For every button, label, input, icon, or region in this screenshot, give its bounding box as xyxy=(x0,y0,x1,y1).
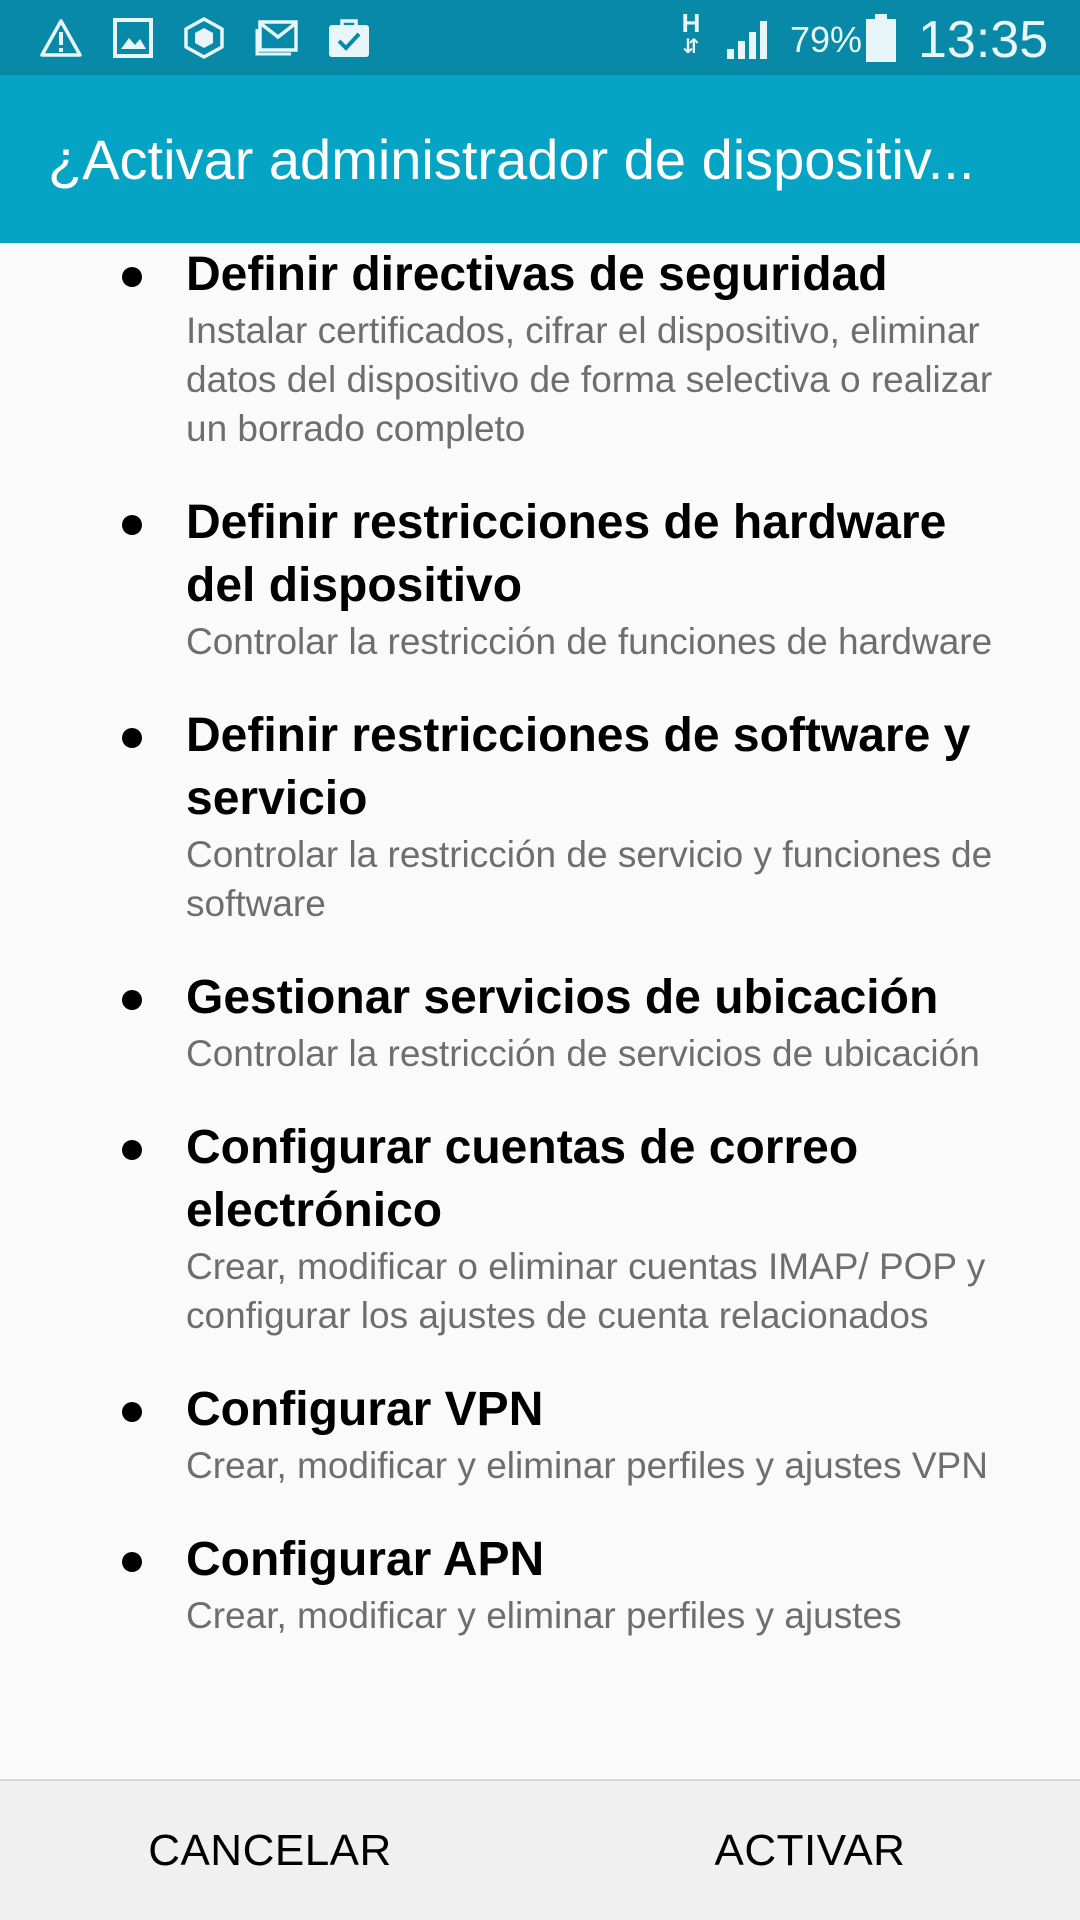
policy-item: Configurar cuentas de correo electrónico… xyxy=(0,1116,1080,1340)
network-type-icon: H ⇵ xyxy=(676,10,706,66)
policy-title: Definir directivas de seguridad xyxy=(186,248,888,301)
policy-title: Configurar APN xyxy=(186,1533,545,1586)
policy-item: Configurar VPN Crear, modificar y elimina… xyxy=(0,1378,1080,1490)
policy-item: Definir restricciones de software y serv… xyxy=(0,704,1080,928)
bullet-icon xyxy=(122,1552,142,1572)
policy-item: Configurar APN Crear, modificar y elimina… xyxy=(0,1528,1080,1640)
bullet-icon xyxy=(122,1402,142,1422)
bullet-icon xyxy=(122,1140,142,1160)
device-admin-screen: H ⇵ 79% 13:35 ¿Activar administrador de … xyxy=(0,0,1080,1920)
policy-item: Definir directivas de seguridad Instalar … xyxy=(0,243,1080,453)
policy-title: Definir restricciones de software y serv… xyxy=(186,709,971,825)
email-icon xyxy=(254,0,300,75)
policy-description: Crear, modificar y eliminar perfiles y a… xyxy=(186,1445,988,1486)
dialog-button-bar: CANCELAR ACTIVAR xyxy=(0,1779,1080,1920)
status-bar: H ⇵ 79% 13:35 xyxy=(0,0,1080,75)
policy-item: Definir restricciones de hardware del di… xyxy=(0,491,1080,666)
bullet-icon xyxy=(122,728,142,748)
data-arrows-icon: ⇵ xyxy=(682,36,700,58)
dialog-title-bar: ¿Activar administrador de dispositiv... xyxy=(0,75,1080,243)
activate-button[interactable]: ACTIVAR xyxy=(540,1781,1080,1920)
policy-title: Configurar cuentas de correo electrónico xyxy=(186,1121,859,1237)
policy-description: Instalar certificados, cifrar el disposi… xyxy=(186,310,993,449)
briefcase-icon xyxy=(326,0,372,75)
clock: 13:35 xyxy=(918,11,1049,69)
policy-list-container[interactable]: Definir directivas de seguridad Instalar … xyxy=(0,243,1080,1779)
policy-description: Controlar la restricción de servicios de… xyxy=(186,1033,980,1074)
policy-title: Configurar VPN xyxy=(186,1383,544,1436)
battery-icon xyxy=(862,0,900,75)
policy-description: Controlar la restricción de funciones de… xyxy=(186,621,993,662)
security-cube-icon xyxy=(181,0,227,75)
policy-title: Definir restricciones de hardware del di… xyxy=(186,496,947,612)
network-type-label: H xyxy=(681,8,701,38)
policy-description: Crear, modificar o eliminar cuentas IMAP… xyxy=(186,1246,986,1336)
bullet-icon xyxy=(122,515,142,535)
cancel-button[interactable]: CANCELAR xyxy=(0,1781,540,1920)
bullet-icon xyxy=(122,990,142,1010)
policy-list: Definir directivas de seguridad Instalar … xyxy=(0,243,1080,1678)
bullet-icon xyxy=(122,267,142,287)
signal-icon xyxy=(724,0,776,75)
warning-icon xyxy=(38,0,84,75)
policy-description: Crear, modificar y eliminar perfiles y a… xyxy=(186,1595,902,1636)
dialog-title: ¿Activar administrador de dispositiv... xyxy=(48,128,975,191)
policy-description: Controlar la restricción de servicio y f… xyxy=(186,834,993,924)
policy-item: Gestionar servicios de ubicación Controla… xyxy=(0,966,1080,1078)
gallery-icon xyxy=(110,0,156,75)
battery-percent: 79% xyxy=(790,19,863,60)
policy-title: Gestionar servicios de ubicación xyxy=(186,971,939,1024)
